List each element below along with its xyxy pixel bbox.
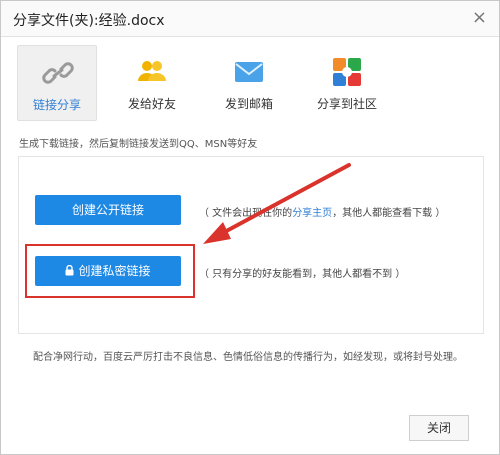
- lock-icon: [65, 257, 74, 287]
- close-button[interactable]: 关闭: [409, 415, 469, 441]
- tab-share-community[interactable]: 分享到社区: [307, 45, 387, 121]
- create-public-link-button[interactable]: 创建公开链接: [35, 195, 181, 225]
- dialog-title: 分享文件(夹):经验.docx: [13, 13, 165, 29]
- public-link-description: （ 文件会出现在你的分享主页，其他人都能查看下载 ）: [199, 204, 445, 219]
- tab-send-email[interactable]: 发到邮箱: [209, 45, 289, 121]
- private-link-description: （ 只有分享的好友能看到，其他人都看不到 ）: [199, 269, 406, 280]
- public-desc-before: （ 文件会出现在你的: [199, 208, 293, 219]
- content-policy-notice: 配合净网行动，百度云严厉打击不良信息、色情低俗信息的传播行为，如经发现，或将封号…: [33, 352, 463, 363]
- public-desc-after: ，其他人都能查看下载 ）: [332, 208, 446, 219]
- close-icon[interactable]: ×: [472, 8, 487, 28]
- mail-icon: [233, 57, 265, 87]
- tab-link-share[interactable]: 链接分享: [17, 45, 97, 121]
- tab-send-email-label: 发到邮箱: [224, 97, 273, 111]
- title-bar: 分享文件(夹):经验.docx ×: [1, 1, 499, 37]
- tab-send-friends[interactable]: 发给好友: [112, 45, 192, 121]
- create-private-link-label: 创建私密链接: [78, 264, 151, 278]
- share-dialog: 分享文件(夹):经验.docx × 链接分享 发给好友 发到邮箱 分享到社区 生…: [0, 0, 500, 455]
- link-share-hint: 生成下载链接，然后复制链接发送到QQ、MSN等好友: [19, 139, 258, 150]
- share-tabs: 链接分享 发给好友 发到邮箱 分享到社区: [17, 45, 487, 121]
- tab-link-share-label: 链接分享: [32, 98, 81, 112]
- link-icon: [42, 58, 74, 88]
- link-options-panel: 创建公开链接 （ 文件会出现在你的分享主页，其他人都能查看下载 ） 创建私密链接…: [18, 156, 484, 334]
- create-private-link-button[interactable]: 创建私密链接: [35, 256, 181, 286]
- share-homepage-link[interactable]: 分享主页: [292, 208, 332, 219]
- tab-share-community-label: 分享到社区: [316, 97, 377, 111]
- tab-send-friends-label: 发给好友: [127, 97, 176, 111]
- community-icon: [331, 57, 363, 87]
- friends-icon: [136, 57, 168, 87]
